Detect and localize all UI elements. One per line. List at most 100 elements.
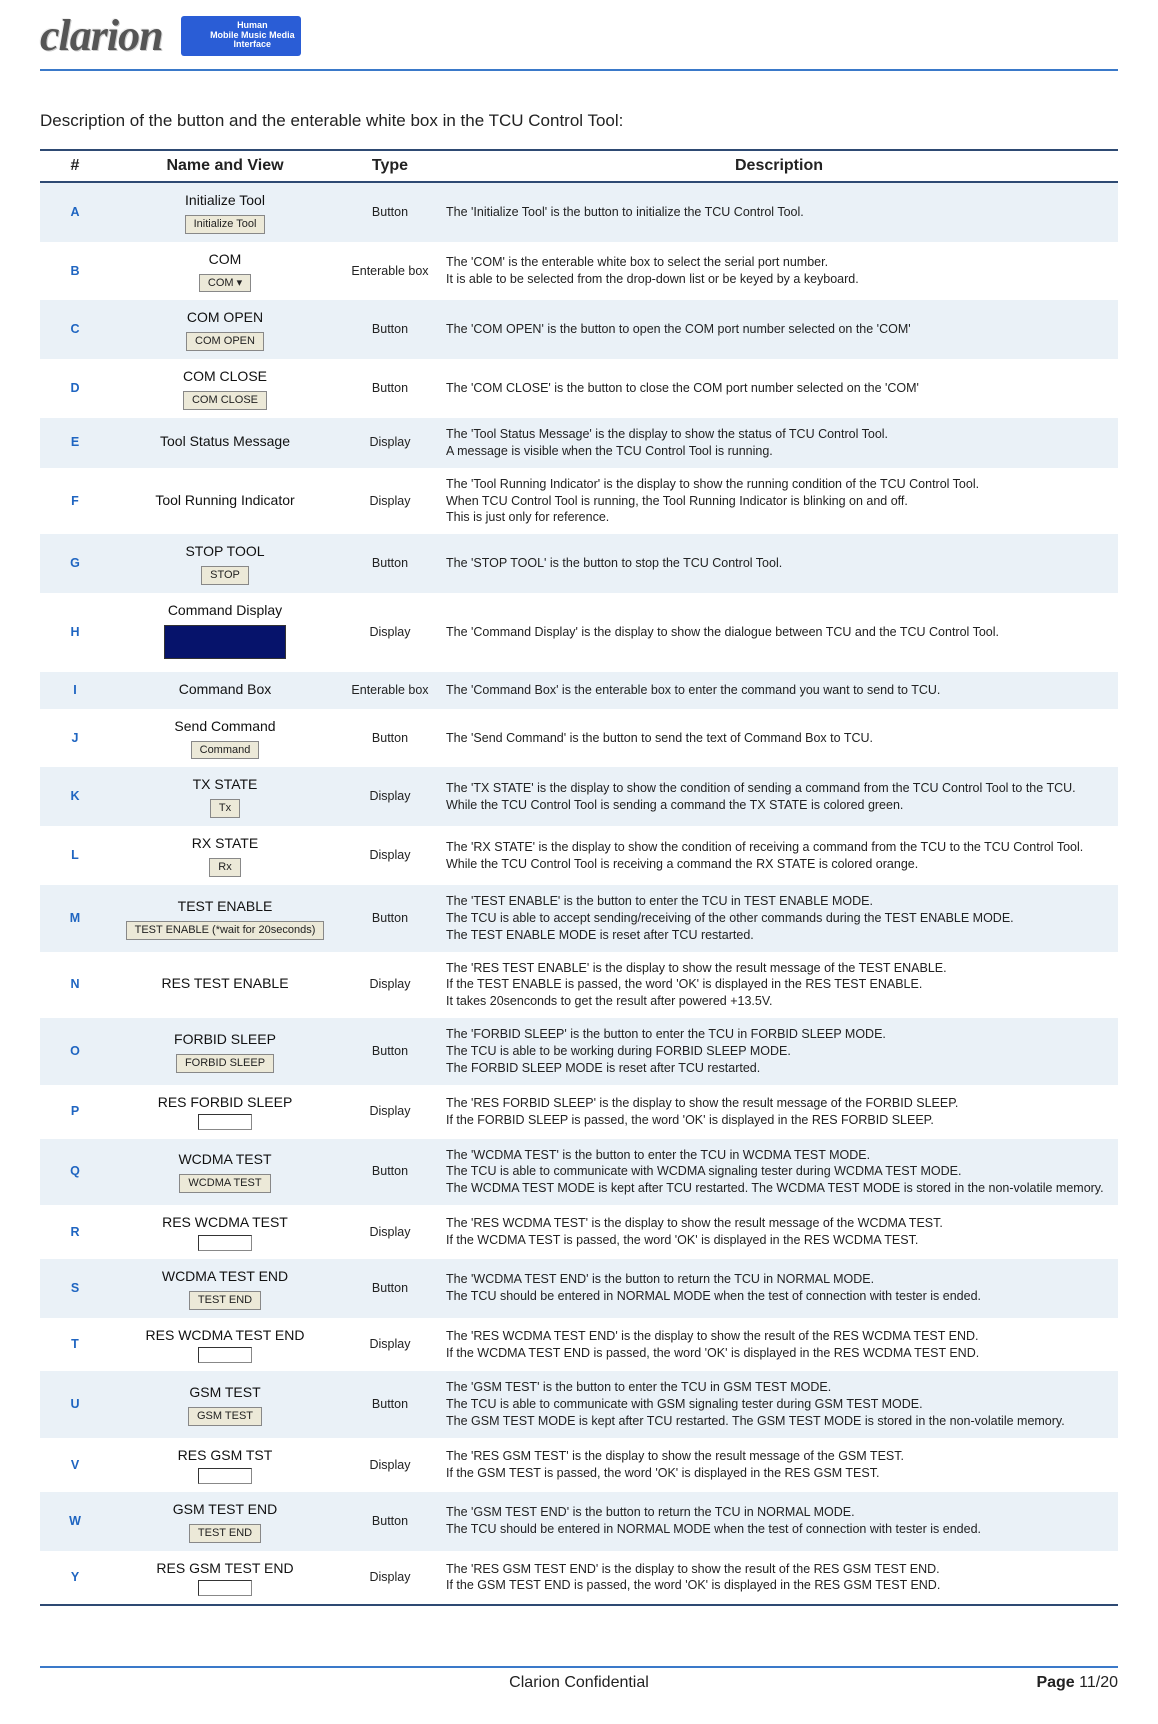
row-description: The 'Command Display' is the display to …: [440, 593, 1118, 672]
row-id: T: [40, 1318, 110, 1372]
row-id: Q: [40, 1139, 110, 1206]
row-type: Button: [340, 885, 440, 952]
control-label: Tool Status Message: [116, 432, 334, 451]
row-type: Display: [340, 1318, 440, 1372]
row-id: M: [40, 885, 110, 952]
row-id: E: [40, 418, 110, 468]
col-header-name: Name and View: [110, 150, 340, 182]
readonly-field-icon: [198, 1580, 252, 1596]
table-row: SWCDMA TEST ENDTEST ENDButtonThe 'WCDMA …: [40, 1259, 1118, 1318]
row-description: The 'Send Command' is the button to send…: [440, 709, 1118, 768]
row-type: Display: [340, 468, 440, 535]
row-description: The 'TX STATE' is the display to show th…: [440, 767, 1118, 826]
readonly-field-icon: [198, 1347, 252, 1363]
row-id: B: [40, 242, 110, 301]
table-row: BCOMCOM ▾Enterable boxThe 'COM' is the e…: [40, 242, 1118, 301]
row-type: Button: [340, 1259, 440, 1318]
row-type: Display: [340, 952, 440, 1019]
row-name: COM OPENCOM OPEN: [110, 300, 340, 359]
row-id: P: [40, 1085, 110, 1139]
row-type: Button: [340, 534, 440, 593]
table-row: DCOM CLOSECOM CLOSEButtonThe 'COM CLOSE'…: [40, 359, 1118, 418]
ui-button-icon: WCDMA TEST: [179, 1174, 270, 1193]
row-name: STOP TOOLSTOP: [110, 534, 340, 593]
intro-text: Description of the button and the entera…: [40, 111, 1118, 131]
table-row: NRES TEST ENABLEDisplayThe 'RES TEST ENA…: [40, 952, 1118, 1019]
row-name: RES GSM TEST END: [110, 1551, 340, 1606]
row-name: Command Box: [110, 672, 340, 709]
ui-button-icon: Tx: [210, 799, 240, 818]
control-label: Command Display: [116, 601, 334, 620]
table-row: ICommand BoxEnterable boxThe 'Command Bo…: [40, 672, 1118, 709]
row-id: A: [40, 182, 110, 242]
ui-button-icon: Command: [191, 741, 260, 760]
row-name: RES WCDMA TEST: [110, 1205, 340, 1259]
row-name: RES FORBID SLEEP: [110, 1085, 340, 1139]
col-header-desc: Description: [440, 150, 1118, 182]
row-type: Button: [340, 1139, 440, 1206]
ui-button-icon: COM ▾: [199, 274, 251, 293]
row-type: Display: [340, 593, 440, 672]
table-row: UGSM TESTGSM TESTButtonThe 'GSM TEST' is…: [40, 1371, 1118, 1438]
row-type: Display: [340, 1085, 440, 1139]
row-description: The 'RES WCDMA TEST' is the display to s…: [440, 1205, 1118, 1259]
table-row: QWCDMA TESTWCDMA TESTButtonThe 'WCDMA TE…: [40, 1139, 1118, 1206]
row-description: The 'STOP TOOL' is the button to stop th…: [440, 534, 1118, 593]
table-row: PRES FORBID SLEEPDisplayThe 'RES FORBID …: [40, 1085, 1118, 1139]
table-row: H Command Display DisplayThe 'Command Disp…: [40, 593, 1118, 672]
row-name: Tool Status Message: [110, 418, 340, 468]
control-label: Send Command: [116, 717, 334, 736]
display-panel-icon: [164, 625, 286, 659]
control-label: TX STATE: [116, 775, 334, 794]
row-id: R: [40, 1205, 110, 1259]
table-row: ETool Status MessageDisplayThe 'Tool Sta…: [40, 418, 1118, 468]
row-name: Tool Running Indicator: [110, 468, 340, 535]
row-id: H: [40, 593, 110, 672]
row-id: K: [40, 767, 110, 826]
row-description: The 'TEST ENABLE' is the button to enter…: [440, 885, 1118, 952]
row-type: Display: [340, 1551, 440, 1606]
table-row: WGSM TEST ENDTEST ENDButtonThe 'GSM TEST…: [40, 1492, 1118, 1551]
row-description: The 'Command Box' is the enterable box t…: [440, 672, 1118, 709]
control-label: GSM TEST END: [116, 1500, 334, 1519]
document-footer: Clarion Confidential Page 11/20: [40, 1666, 1118, 1704]
ui-button-icon: COM OPEN: [186, 332, 264, 351]
control-label: WCDMA TEST: [116, 1150, 334, 1169]
brand-logo: clarion: [40, 10, 163, 61]
row-name: Initialize ToolInitialize Tool: [110, 182, 340, 242]
readonly-field-icon: [198, 1235, 252, 1251]
control-label: RES WCDMA TEST: [116, 1213, 334, 1232]
ui-button-icon: TEST END: [189, 1291, 261, 1310]
row-type: Button: [340, 300, 440, 359]
row-description: The 'RX STATE' is the display to show th…: [440, 826, 1118, 885]
col-header-type: Type: [340, 150, 440, 182]
row-description: The 'Tool Running Indicator' is the disp…: [440, 468, 1118, 535]
row-description: The 'Initialize Tool' is the button to i…: [440, 182, 1118, 242]
table-row: R RES WCDMA TEST DisplayThe 'RES WCDMA TES…: [40, 1205, 1118, 1259]
row-id: O: [40, 1018, 110, 1085]
row-description: The 'WCDMA TEST END' is the button to re…: [440, 1259, 1118, 1318]
control-label: RES GSM TEST END: [116, 1559, 334, 1578]
row-type: Button: [340, 1018, 440, 1085]
row-id: F: [40, 468, 110, 535]
control-label: COM: [116, 250, 334, 269]
table-row: CCOM OPENCOM OPENButtonThe 'COM OPEN' is…: [40, 300, 1118, 359]
row-description: The 'RES FORBID SLEEP' is the display to…: [440, 1085, 1118, 1139]
table-row: MTEST ENABLETEST ENABLE (*wait for 20sec…: [40, 885, 1118, 952]
row-type: Display: [340, 418, 440, 468]
row-description: The 'RES GSM TEST END' is the display to…: [440, 1551, 1118, 1606]
row-description: The 'RES TEST ENABLE' is the display to …: [440, 952, 1118, 1019]
control-label: Tool Running Indicator: [116, 491, 334, 510]
row-id: W: [40, 1492, 110, 1551]
control-label: RES TEST ENABLE: [116, 974, 334, 993]
ui-button-icon: TEST ENABLE (*wait for 20seconds): [126, 921, 325, 940]
row-name: FORBID SLEEPFORBID SLEEP: [110, 1018, 340, 1085]
ui-button-icon: Initialize Tool: [185, 215, 266, 234]
row-id: D: [40, 359, 110, 418]
row-description: The 'COM' is the enterable white box to …: [440, 242, 1118, 301]
row-type: Display: [340, 1205, 440, 1259]
row-name: RES TEST ENABLE: [110, 952, 340, 1019]
row-id: C: [40, 300, 110, 359]
ui-button-icon: FORBID SLEEP: [176, 1054, 274, 1073]
table-row: VRES GSM TSTDisplayThe 'RES GSM TEST' is…: [40, 1438, 1118, 1492]
